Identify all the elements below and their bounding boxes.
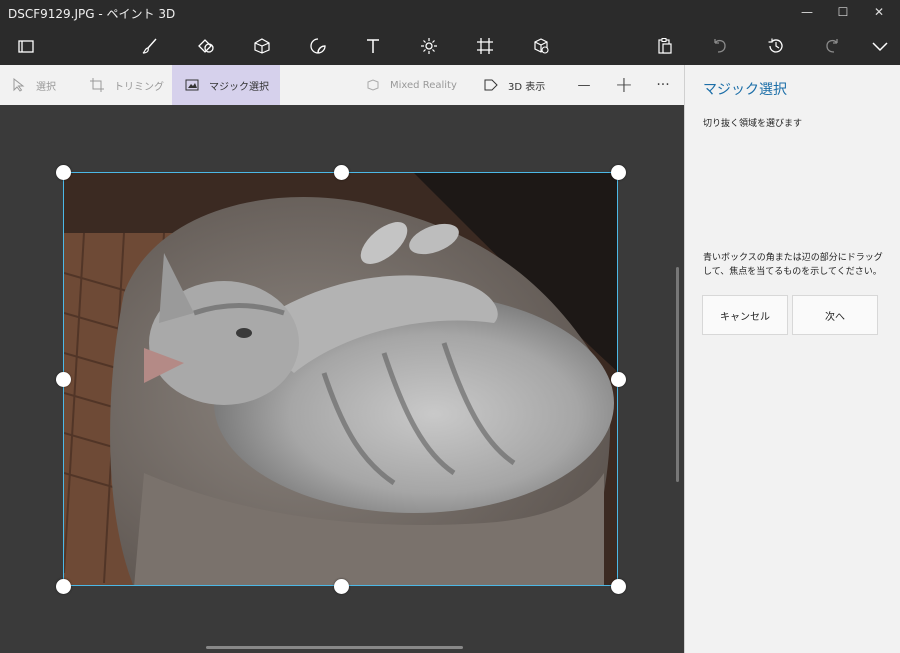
mixed-reality-icon bbox=[367, 79, 379, 91]
menu-icon[interactable] bbox=[14, 34, 38, 58]
expand-icon[interactable] bbox=[868, 34, 892, 58]
panel-subtitle: 切り抜く領域を選びます bbox=[703, 119, 803, 129]
handle-bottom-right[interactable] bbox=[611, 579, 626, 594]
3d-shapes-icon[interactable] bbox=[250, 34, 274, 58]
panel-instructions: 青いボックスの角または辺の部分にドラッグして、焦点を当てるものを示してください。 bbox=[703, 253, 883, 277]
handle-left[interactable] bbox=[56, 372, 71, 387]
close-button[interactable]: ✕ bbox=[862, 0, 896, 24]
3d-view-label: 3D 表示 bbox=[508, 81, 546, 93]
title-bar: DSCF9129.JPG - ペイント 3D — ☐ ✕ bbox=[0, 0, 900, 24]
mixed-reality-label: Mixed Reality bbox=[390, 79, 457, 91]
stickers-icon[interactable] bbox=[306, 34, 330, 58]
handle-right[interactable] bbox=[611, 372, 626, 387]
magic-select-label: マジック選択 bbox=[209, 81, 269, 93]
handle-top[interactable] bbox=[334, 165, 349, 180]
paint3d-window: DSCF9129.JPG - ペイント 3D — ☐ ✕ 選択 トリミング マジ… bbox=[0, 0, 900, 653]
canvas-area[interactable] bbox=[0, 105, 684, 653]
minimize-button[interactable]: — bbox=[790, 0, 824, 24]
window-title: DSCF9129.JPG - ペイント 3D bbox=[8, 7, 176, 21]
crop-label: トリミング bbox=[114, 81, 164, 93]
cancel-button[interactable]: キャンセル bbox=[702, 295, 788, 335]
canvas-icon[interactable] bbox=[473, 34, 497, 58]
3d-view-icon bbox=[484, 79, 498, 91]
handle-bottom[interactable] bbox=[334, 579, 349, 594]
2d-shapes-icon[interactable] bbox=[194, 34, 218, 58]
redo-icon[interactable] bbox=[820, 34, 844, 58]
handle-bottom-left[interactable] bbox=[56, 579, 71, 594]
paste-icon[interactable] bbox=[653, 34, 677, 58]
select-label: 選択 bbox=[36, 81, 56, 93]
panel-title: マジック選択 bbox=[703, 82, 787, 98]
undo-icon[interactable] bbox=[708, 34, 732, 58]
effects-icon[interactable] bbox=[417, 34, 441, 58]
cursor-icon bbox=[13, 78, 25, 92]
sub-toolbar: 選択 トリミング マジック選択 Mixed Reality 3D 表示 — + … bbox=[0, 65, 684, 105]
3d-library-icon[interactable] bbox=[529, 34, 553, 58]
zoom-in-button[interactable]: + bbox=[609, 65, 639, 105]
brush-icon[interactable] bbox=[138, 34, 162, 58]
crop-icon bbox=[90, 78, 104, 92]
magic-select-tool[interactable]: マジック選択 bbox=[172, 65, 280, 105]
zoom-out-button[interactable]: — bbox=[569, 65, 599, 105]
magic-select-panel: マジック選択 切り抜く領域を選びます 青いボックスの角または辺の部分にドラッグし… bbox=[684, 65, 900, 653]
crop-tool[interactable]: トリミング bbox=[90, 65, 164, 105]
cat-image bbox=[64, 173, 617, 585]
text-icon[interactable] bbox=[361, 34, 385, 58]
handle-top-right[interactable] bbox=[611, 165, 626, 180]
more-options-button[interactable]: ··· bbox=[648, 65, 678, 105]
select-tool[interactable]: 選択 bbox=[12, 65, 56, 105]
maximize-button[interactable]: ☐ bbox=[826, 0, 860, 24]
cat-photo[interactable] bbox=[63, 172, 618, 586]
vertical-scrollbar[interactable] bbox=[676, 267, 679, 482]
horizontal-scrollbar[interactable] bbox=[206, 646, 463, 649]
magic-select-icon bbox=[185, 79, 199, 91]
handle-top-left[interactable] bbox=[56, 165, 71, 180]
history-icon[interactable] bbox=[764, 34, 788, 58]
next-button[interactable]: 次へ bbox=[792, 295, 878, 335]
3d-view-tool[interactable]: 3D 表示 bbox=[484, 65, 545, 105]
mixed-reality-tool[interactable]: Mixed Reality bbox=[366, 65, 457, 105]
main-toolbar bbox=[0, 24, 900, 65]
